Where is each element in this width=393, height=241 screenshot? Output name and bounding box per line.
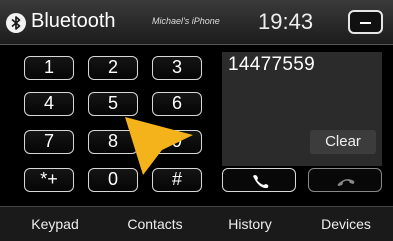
- key-9[interactable]: 9: [152, 130, 202, 154]
- clock: 19:43: [258, 9, 314, 34]
- phone-call-icon: [253, 175, 269, 189]
- header-bar: Bluetooth Michael's iPhone 19:43: [0, 0, 393, 45]
- key-1[interactable]: 1: [24, 56, 74, 80]
- tab-keypad[interactable]: Keypad: [20, 216, 90, 232]
- dial-button[interactable]: [222, 168, 296, 192]
- page-title: Bluetooth: [31, 10, 116, 32]
- key-5[interactable]: 5: [88, 92, 138, 116]
- number-display: 14477559 Clear: [222, 52, 382, 166]
- dialed-number: 14477559: [228, 54, 315, 75]
- tab-history[interactable]: History: [215, 216, 285, 232]
- key-2[interactable]: 2: [88, 56, 138, 80]
- bluetooth-icon: [6, 13, 26, 33]
- minimize-button[interactable]: [348, 10, 383, 34]
- tab-devices[interactable]: Devices: [306, 216, 386, 232]
- hangup-button[interactable]: [308, 168, 382, 192]
- key-0[interactable]: 0: [88, 168, 138, 192]
- phone-hangup-icon: [337, 179, 355, 186]
- key-7[interactable]: 7: [24, 130, 74, 154]
- bottom-nav: Keypad Contacts History Devices: [0, 206, 393, 241]
- key-3[interactable]: 3: [152, 56, 202, 80]
- connected-device-name: Michael's iPhone: [152, 16, 220, 26]
- key-star-plus[interactable]: *+: [24, 168, 74, 192]
- clear-button[interactable]: Clear: [310, 130, 376, 154]
- key-4[interactable]: 4: [24, 92, 74, 116]
- key-hash[interactable]: #: [152, 168, 202, 192]
- tab-contacts[interactable]: Contacts: [115, 216, 195, 232]
- key-6[interactable]: 6: [152, 92, 202, 116]
- key-8[interactable]: 8: [88, 130, 138, 154]
- minimize-icon: [360, 22, 371, 24]
